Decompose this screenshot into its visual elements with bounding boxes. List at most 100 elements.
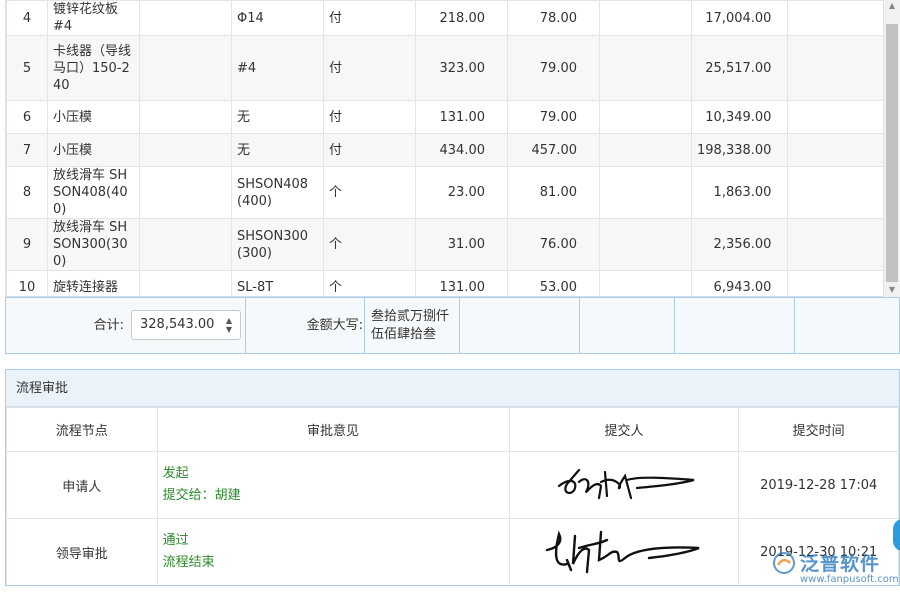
row-index: 10 xyxy=(6,270,48,296)
item-blank xyxy=(599,0,692,36)
scroll-up-arrow-icon[interactable]: ▲ xyxy=(884,0,900,12)
item-model xyxy=(139,218,232,271)
signature-image xyxy=(545,530,700,574)
item-price: 76.00 xyxy=(507,218,600,271)
item-spec: SHSON408(400) xyxy=(231,166,324,219)
table-row[interactable]: 8 放线滑车 SHSON408(400) SHSON408(400) 个 23.… xyxy=(6,166,889,219)
item-unit: 个 xyxy=(323,270,416,296)
table-row[interactable]: 6 小压模 无 付 131.00 79.00 10,349.00 xyxy=(6,100,889,134)
row-index: 5 xyxy=(6,35,48,101)
item-price: 78.00 xyxy=(507,0,600,36)
brand-logo: 泛普软件 www.fanpusoft.com xyxy=(770,549,899,589)
item-blank xyxy=(599,270,692,296)
item-remark xyxy=(787,133,889,167)
item-model xyxy=(139,0,232,36)
item-unit: 付 xyxy=(323,0,416,36)
chat-icon[interactable] xyxy=(893,519,900,551)
column-header-time: 提交时间 xyxy=(738,407,899,452)
vertical-scrollbar[interactable]: ▲ ▼ xyxy=(883,0,900,297)
item-model xyxy=(139,166,232,219)
item-spec: Φ14 xyxy=(231,0,324,36)
item-name: 镀锌花纹板#4 xyxy=(47,0,140,36)
item-blank xyxy=(599,100,692,134)
item-spec: 无 xyxy=(231,133,324,167)
submitter-signature xyxy=(508,451,740,519)
table-row[interactable]: 7 小压模 无 付 434.00 457.00 198,338.00 xyxy=(6,133,889,167)
item-price: 457.00 xyxy=(507,133,600,167)
item-qty: 218.00 xyxy=(415,0,508,36)
divider xyxy=(459,298,460,353)
item-price: 53.00 xyxy=(507,270,600,296)
items-table: 4 镀锌花纹板#4 Φ14 付 218.00 78.00 17,004.00 5… xyxy=(6,0,889,296)
row-index: 8 xyxy=(6,166,48,219)
flow-node: 申请人 xyxy=(6,451,158,519)
flow-node: 领导审批 xyxy=(6,518,158,585)
item-remark xyxy=(787,35,889,101)
item-total: 25,517.00 xyxy=(690,35,789,101)
item-remark xyxy=(787,270,889,296)
divider xyxy=(579,298,580,353)
submitter-signature xyxy=(508,518,740,585)
item-blank xyxy=(599,166,692,219)
item-spec: #4 xyxy=(231,35,324,101)
item-qty: 23.00 xyxy=(415,166,508,219)
item-name: 旋转连接器 xyxy=(47,270,140,296)
sum-input[interactable]: 328,543.00 ▲ ▼ xyxy=(131,310,241,340)
item-price: 79.00 xyxy=(507,100,600,134)
logo-url: www.fanpusoft.com xyxy=(800,574,899,585)
logo-name: 泛普软件 xyxy=(800,553,881,575)
item-remark xyxy=(787,100,889,134)
table-row[interactable]: 10 旋转连接器 SL-8T 个 131.00 53.00 6,943.00 xyxy=(6,270,889,296)
item-unit: 个 xyxy=(323,218,416,271)
item-spec: 无 xyxy=(231,100,324,134)
item-model xyxy=(139,35,232,101)
item-qty: 131.00 xyxy=(415,270,508,296)
item-name: 小压模 xyxy=(47,133,140,167)
row-index: 7 xyxy=(6,133,48,167)
table-row[interactable]: 9 放线滑车 SHSON300(300) SHSON300(300) 个 31.… xyxy=(6,218,889,271)
item-qty: 31.00 xyxy=(415,218,508,271)
item-qty: 131.00 xyxy=(415,100,508,134)
row-index: 4 xyxy=(6,0,48,36)
item-remark xyxy=(787,218,889,271)
item-total: 198,338.00 xyxy=(690,133,789,167)
item-total: 1,863.00 xyxy=(690,166,789,219)
item-spec: SHSON300(300) xyxy=(231,218,324,271)
opinion-line: 提交给：胡建 xyxy=(162,488,241,503)
item-blank xyxy=(599,35,692,101)
item-remark xyxy=(787,166,889,219)
fanpu-logo-icon xyxy=(773,552,795,574)
opinion-line: 通过 xyxy=(162,533,189,548)
column-header-opinion: 审批意见 xyxy=(156,407,510,452)
table-row: 申请人 发起 提交给：胡建 2019-12-28 17:04 xyxy=(6,451,899,519)
scrollbar-thumb[interactable] xyxy=(886,24,898,282)
amount-words-value: 叁拾贰万捌仟伍佰肆拾叁 xyxy=(371,309,450,342)
spinner-icon[interactable]: ▲ ▼ xyxy=(224,316,234,334)
table-row: 领导审批 通过 流程结束 2019-12-30 10:21 xyxy=(6,518,899,585)
item-total: 17,004.00 xyxy=(690,0,789,36)
item-total: 2,356.00 xyxy=(690,218,789,271)
divider xyxy=(674,298,675,353)
item-price: 79.00 xyxy=(507,35,600,101)
approval-panel: 流程审批 流程节点 审批意见 提交人 提交时间 申请人 发起 提交给：胡建 20… xyxy=(5,369,900,586)
amount-words-label: 金额大写: xyxy=(306,318,363,333)
opinion-line: 流程结束 xyxy=(162,555,215,570)
item-qty: 434.00 xyxy=(415,133,508,167)
item-total: 10,349.00 xyxy=(690,100,789,134)
item-name: 卡线器（导线马口）150-240 xyxy=(47,35,140,101)
item-name: 放线滑车 SHSON408(400) xyxy=(47,166,140,219)
approval-opinion: 发起 提交给：胡建 xyxy=(156,451,510,519)
table-row[interactable]: 4 镀锌花纹板#4 Φ14 付 218.00 78.00 17,004.00 xyxy=(6,0,889,36)
item-model xyxy=(139,133,232,167)
divider xyxy=(794,298,795,353)
item-qty: 323.00 xyxy=(415,35,508,101)
submit-time: 2019-12-28 17:04 xyxy=(738,451,899,519)
sum-label: 合计: xyxy=(93,318,124,333)
item-blank xyxy=(599,218,692,271)
row-index: 6 xyxy=(6,100,48,134)
column-header-submitter: 提交人 xyxy=(508,407,740,452)
table-row[interactable]: 5 卡线器（导线马口）150-240 #4 付 323.00 79.00 25,… xyxy=(6,35,889,101)
scroll-down-arrow-icon[interactable]: ▼ xyxy=(884,284,900,296)
item-model xyxy=(139,270,232,296)
item-unit: 个 xyxy=(323,166,416,219)
